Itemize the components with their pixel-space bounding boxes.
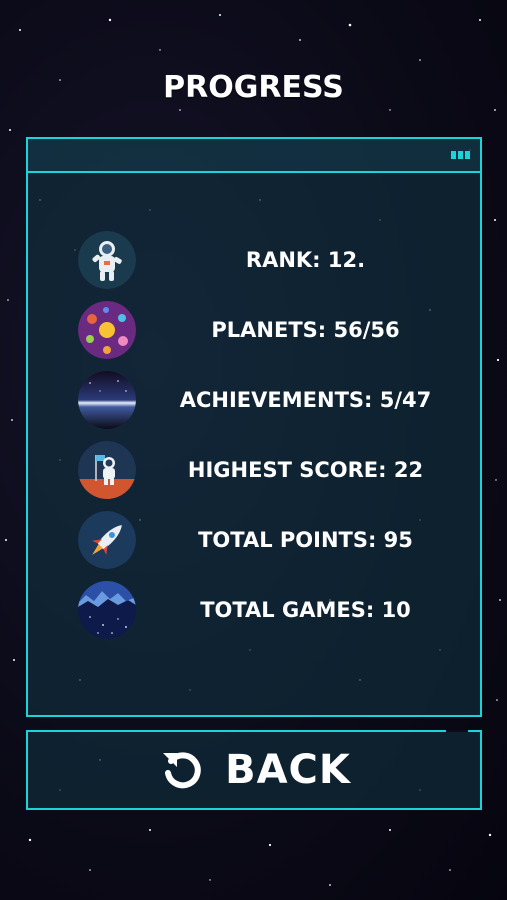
back-button-label: BACK xyxy=(225,747,351,793)
stat-label-total-points: TOTAL POINTS: 95 xyxy=(198,528,413,552)
stat-label-rank: RANK: 12. xyxy=(245,248,366,272)
stat-row-rank: RANK: 12. xyxy=(28,231,480,291)
stat-label-achievements: ACHIEVEMENTS: 5/47 xyxy=(179,388,432,412)
stat-row-total-games: TOTAL GAMES: 10 xyxy=(28,581,480,641)
astronaut-icon xyxy=(78,231,136,289)
planets-icon xyxy=(78,301,136,359)
rocket-icon xyxy=(78,511,136,569)
stat-label-highest-score: HIGHEST SCORE: 22 xyxy=(187,458,424,482)
progress-panel: RANK: 12. PLANETS: 56/56 ACHIEVEMENTS: 5… xyxy=(26,137,482,717)
panel-dots-icon xyxy=(451,151,470,159)
stat-row-achievements: ACHIEVEMENTS: 5/47 xyxy=(28,371,480,431)
restart-arrow-icon xyxy=(163,752,201,789)
stat-row-highest-score: HIGHEST SCORE: 22 xyxy=(28,441,480,501)
stat-row-planets: PLANETS: 56/56 xyxy=(28,301,480,361)
page-title: PROGRESS xyxy=(163,70,344,105)
back-button[interactable]: BACK xyxy=(26,730,482,810)
astronaut-flag-icon xyxy=(78,441,136,499)
stat-label-planets: PLANETS: 56/56 xyxy=(211,318,400,342)
panel-header xyxy=(28,139,480,173)
stat-row-total-points: TOTAL POINTS: 95 xyxy=(28,511,480,571)
stat-label-total-games: TOTAL GAMES: 10 xyxy=(200,598,411,622)
night-sky-icon xyxy=(78,581,136,639)
button-accent xyxy=(446,730,468,732)
horizon-icon xyxy=(78,371,136,429)
game-screen: PROGRESS RANK: 12. PLANETS: 56/56 ACHIEV… xyxy=(0,0,507,900)
